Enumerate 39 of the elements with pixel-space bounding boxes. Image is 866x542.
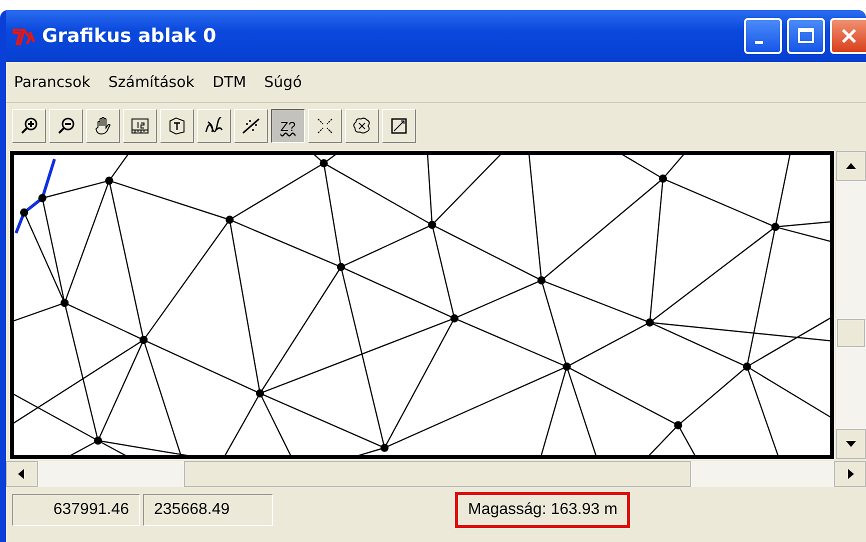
toolbar-button[interactable] [382, 109, 416, 143]
toolbar-button[interactable] [86, 109, 120, 143]
feather-logo-icon [12, 26, 36, 46]
status-field: 637991.46 [12, 494, 140, 526]
window-title: Grafikus ablak 0 [42, 25, 216, 47]
menu-item[interactable]: DTM [212, 73, 246, 91]
scroll-thumb[interactable] [184, 461, 691, 487]
toolbar-button[interactable] [234, 109, 268, 143]
maximize-icon [796, 26, 816, 46]
toolbar-button[interactable] [197, 109, 231, 143]
cross-arrows-icon [315, 116, 335, 136]
vertical-scrollbar[interactable] [836, 151, 866, 459]
menu-item[interactable]: Súgó [264, 73, 302, 91]
ruler-icon [130, 116, 150, 136]
minimize-button[interactable] [744, 18, 782, 54]
maximize-button[interactable] [787, 18, 825, 54]
zoom-in-icon [19, 116, 39, 136]
menu-item[interactable]: Parancsok [14, 73, 90, 91]
close-button[interactable] [830, 18, 866, 54]
scroll-thumb[interactable] [837, 319, 865, 347]
toolbar-button[interactable] [345, 109, 379, 143]
tag-icon [167, 116, 187, 136]
zoom-out-icon [56, 116, 76, 136]
toolbar-button[interactable] [49, 109, 83, 143]
hand-icon [93, 116, 113, 136]
toolbar-button[interactable] [160, 109, 194, 143]
height-query-icon: Z? [280, 120, 296, 132]
minimize-icon [755, 40, 763, 44]
toolbar-button[interactable]: Z? [271, 109, 305, 143]
dotted-line-icon [241, 116, 261, 136]
toolbar-button[interactable] [123, 109, 157, 143]
menu-item[interactable]: Számítások [108, 73, 194, 91]
cloud-cross-icon [352, 116, 372, 136]
full-extent-icon [389, 116, 409, 136]
toolbar-button[interactable] [12, 109, 46, 143]
horizontal-scrollbar[interactable] [6, 461, 866, 487]
status-field: Magasság: 163.93 m [455, 492, 630, 528]
close-icon [839, 26, 859, 46]
status-field: 235668.49 [143, 494, 273, 526]
